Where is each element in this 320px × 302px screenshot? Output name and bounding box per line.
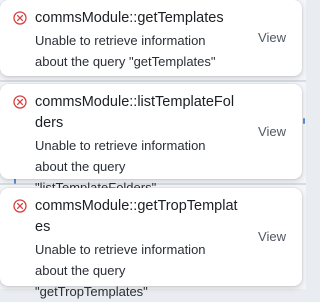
background-divider: [0, 80, 306, 82]
notification-content: commsModule::getTropTemplates Unable to …: [35, 196, 241, 302]
view-button[interactable]: View: [258, 227, 286, 246]
background-marker: [303, 118, 305, 124]
error-notification: commsModule::listTemplateFolders Unable …: [0, 84, 302, 195]
error-circle-x-icon: [13, 11, 27, 25]
notification-title: commsModule::getTropTemplates: [35, 198, 238, 235]
error-notification: commsModule::getTropTemplates Unable to …: [0, 188, 302, 299]
view-button[interactable]: View: [258, 122, 286, 141]
error-circle-x-icon: [13, 95, 27, 109]
notification-title: commsModule::listTemplateFolders: [35, 94, 235, 131]
notification-title: commsModule::getTemplates: [35, 10, 224, 26]
view-button[interactable]: View: [258, 28, 286, 47]
error-circle-x-icon: [13, 199, 27, 213]
notification-message: Unable to retrieve information about the…: [35, 33, 216, 69]
notification-content: commsModule::listTemplateFolders Unable …: [35, 92, 241, 198]
error-notification: commsModule::getTemplates Unable to retr…: [0, 0, 302, 76]
notification-message: Unable to retrieve information about the…: [35, 242, 206, 299]
notification-content: commsModule::getTemplates Unable to retr…: [35, 8, 241, 72]
